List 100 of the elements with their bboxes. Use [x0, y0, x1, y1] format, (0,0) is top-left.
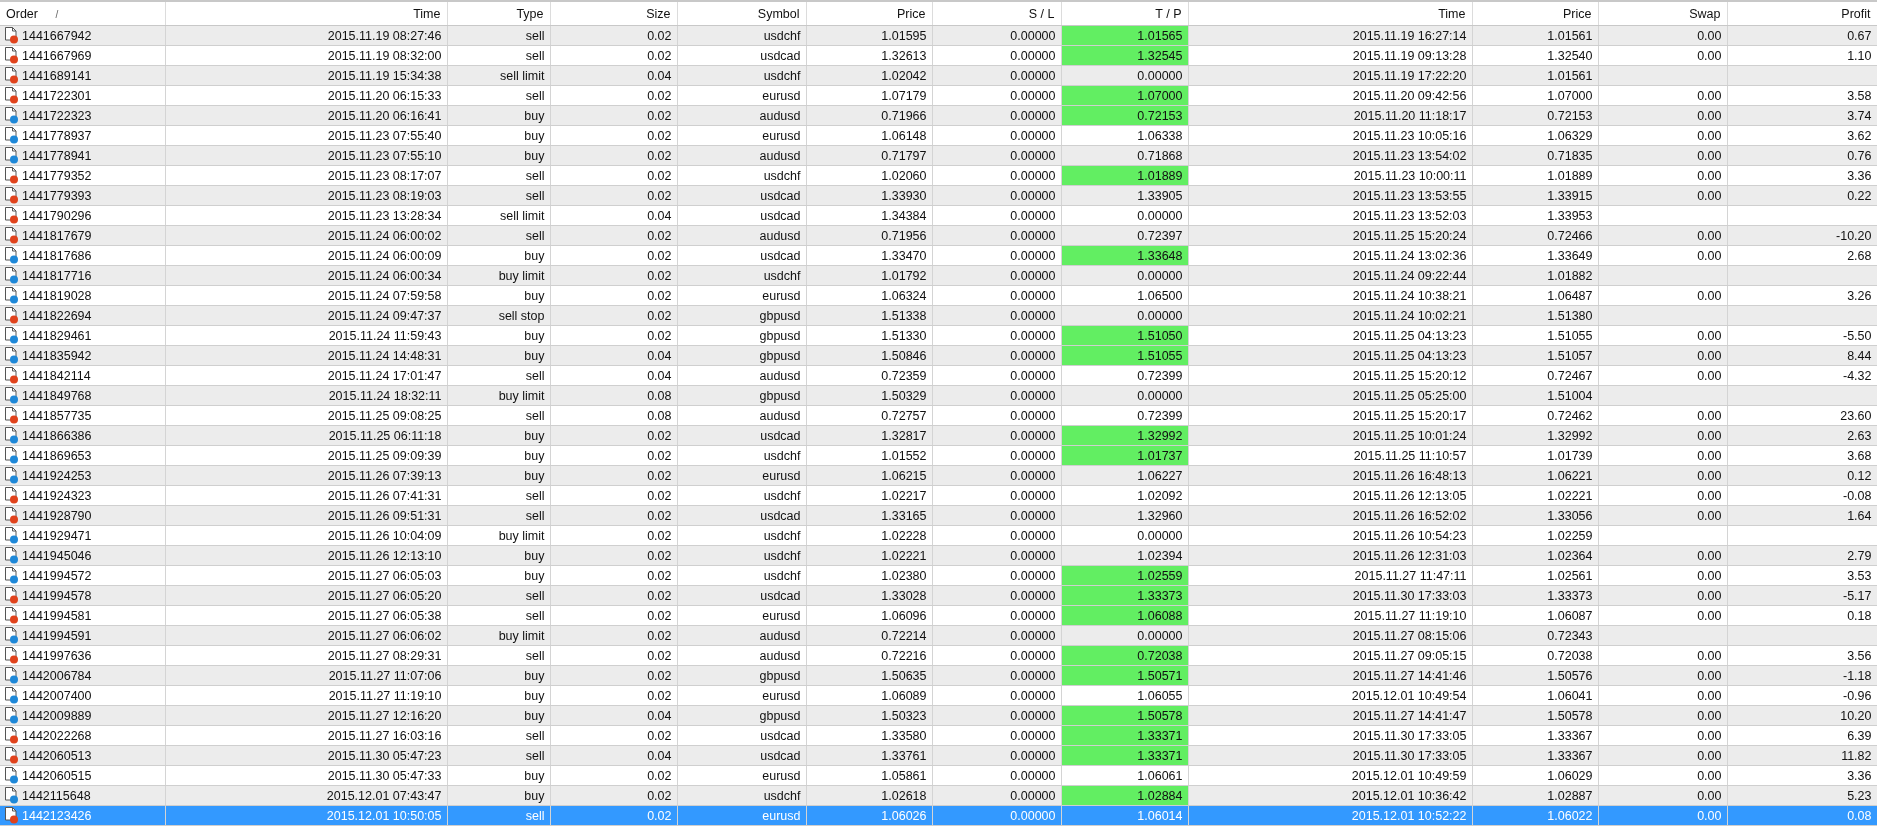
- column-header[interactable]: Size: [646, 6, 671, 21]
- table-row[interactable]: 1441869653 2015.11.25 09:09:39 buy 0.02 usdchf 1.01552 0.00000 1.01737 2015.11.25 11:10:57 1.01739 0.00 3.68: [0, 445, 1877, 466]
- table-row[interactable]: 1442009889 2015.11.27 12:16:20 buy 0.04 gbpusd 1.50323 0.00000 1.50578 2015.11.27 14:41:47 1.50578 0.00 10.20: [0, 705, 1877, 726]
- table-row[interactable]: 1441790296 2015.11.23 13:28:34 sell limit 0.04 usdcad 1.34384 0.00000 0.00000 2015.11.23 13:52:03 1.33953: [0, 205, 1877, 226]
- table-cell: buy: [447, 765, 550, 786]
- table-row[interactable]: 1441689141 2015.11.19 15:34:38 sell limit 0.04 usdchf 1.02042 0.00000 0.00000 2015.11.19 17:22:20 1.01561: [0, 65, 1877, 86]
- column-header[interactable]: Price: [897, 6, 926, 21]
- table-cell: 1.01792: [806, 265, 932, 286]
- table-row[interactable]: 1441779393 2015.11.23 08:19:03 sell 0.02 usdcad 1.33930 0.00000 1.33905 2015.11.23 13:53:55 1.33915 0.00 0.22: [0, 185, 1877, 206]
- column-header[interactable]: Time: [1438, 6, 1466, 21]
- table-cell: 0.02: [550, 285, 677, 306]
- column-header[interactable]: Symbol: [757, 6, 800, 21]
- table-cell: 0.02: [550, 565, 677, 586]
- table-cell: 0.00: [1598, 425, 1727, 446]
- table-cell: sell: [447, 585, 550, 606]
- table-row[interactable]: 1442115648 2015.12.01 07:43:47 buy 0.02 usdchf 1.02618 0.00000 1.02884 2015.12.01 10:36:42 1.02887 0.00 5.23: [0, 785, 1877, 806]
- table-row[interactable]: 1441924253 2015.11.26 07:39:13 buy 0.02 eurusd 1.06215 0.00000 1.06227 2015.11.26 16:48:13 1.06221 0.00 0.12: [0, 465, 1877, 486]
- table-cell: 11.82: [1727, 745, 1877, 766]
- table-row[interactable]: 1441667942 2015.11.19 08:27:46 sell 0.02 usdchf 1.01595 0.00000 1.01565 2015.11.19 16:27:14 1.01561 0.00 0.67: [0, 25, 1877, 46]
- column-header[interactable]: Type: [516, 6, 544, 21]
- table-cell: 1.32540: [1472, 45, 1598, 66]
- table-row[interactable]: 1441817679 2015.11.24 06:00:02 sell 0.02 audusd 0.71956 0.00000 0.72397 2015.11.25 15:20:24 0.72466 0.00 -10.20: [0, 225, 1877, 246]
- table-cell: 0.02: [550, 425, 677, 446]
- table-cell: 0.22: [1727, 185, 1877, 206]
- column-header[interactable]: S / L: [1028, 6, 1055, 21]
- table-row[interactable]: 1441778941 2015.11.23 07:55:10 buy 0.02 audusd 0.71797 0.00000 0.71868 2015.11.23 13:54:02 0.71835 0.00 0.76: [0, 145, 1877, 166]
- table-cell: 1.50635: [806, 665, 932, 686]
- table-cell: 0.02: [550, 125, 677, 146]
- table-row[interactable]: 1441667969 2015.11.19 08:32:00 sell 0.02 usdcad 1.32613 0.00000 1.32545 2015.11.19 09:13:28 1.32540 0.00 1.10: [0, 45, 1877, 66]
- table-cell: buy: [447, 325, 550, 346]
- table-cell: 0.00000: [932, 505, 1061, 526]
- table-cell: 0.00000: [932, 545, 1061, 566]
- table-row[interactable]: 1441778937 2015.11.23 07:55:40 buy 0.02 eurusd 1.06148 0.00000 1.06338 2015.11.23 10:05:16 1.06329 0.00 3.62: [0, 125, 1877, 146]
- table-cell: 1.50329: [806, 385, 932, 406]
- table-row[interactable]: 1441817686 2015.11.24 06:00:09 buy 0.02 usdcad 1.33470 0.00000 1.33648 2015.11.24 13:02:36 1.33649 0.00 2.68: [0, 245, 1877, 266]
- table-row[interactable]: 1441835942 2015.11.24 14:48:31 buy 0.04 gbpusd 1.50846 0.00000 1.51055 2015.11.25 04:13:23 1.51057 0.00 8.44: [0, 345, 1877, 366]
- table-cell: 1.33056: [1472, 505, 1598, 526]
- column-header[interactable]: Time: [413, 6, 441, 21]
- table-cell: 1441994578: [22, 588, 92, 603]
- table-row[interactable]: 1441994591 2015.11.27 06:06:02 buy limit 0.02 audusd 0.72214 0.00000 0.00000 2015.11.27 08:15:06 0.72343: [0, 625, 1877, 646]
- table-row[interactable]: 1441994572 2015.11.27 06:05:03 buy 0.02 usdchf 1.02380 0.00000 1.02559 2015.11.27 11:47:11 1.02561 0.00 3.53: [0, 565, 1877, 586]
- table-cell: 0.00: [1598, 85, 1727, 106]
- table-row[interactable]: 1441945046 2015.11.26 12:13:10 buy 0.02 usdchf 1.02221 0.00000 1.02394 2015.11.26 12:31:03 1.02364 0.00 2.79: [0, 545, 1877, 566]
- table-cell: 1441869653: [22, 448, 92, 463]
- table-cell: buy: [447, 685, 550, 706]
- table-cell: 0.18: [1727, 605, 1877, 626]
- table-row[interactable]: 1441924323 2015.11.26 07:41:31 sell 0.02 usdchf 1.02217 0.00000 1.02092 2015.11.26 12:13:05 1.02221 0.00 -0.08: [0, 485, 1877, 506]
- table-cell: 0.04: [550, 705, 677, 726]
- table-cell: 2015.11.26 10:04:09: [165, 525, 447, 546]
- table-cell: audusd: [677, 145, 806, 166]
- table-cell: sell: [447, 605, 550, 626]
- table-cell: usdchf: [677, 565, 806, 586]
- table-cell: 2015.11.24 09:22:44: [1188, 265, 1472, 286]
- table-cell: 1.02221: [1472, 485, 1598, 506]
- table-row[interactable]: 1441779352 2015.11.23 08:17:07 sell 0.02 usdchf 1.02060 0.00000 1.01889 2015.11.23 10:00:11 1.01889 0.00 3.36: [0, 165, 1877, 186]
- table-row[interactable]: 1442060515 2015.11.30 05:47:33 buy 0.02 eurusd 1.05861 0.00000 1.06061 2015.12.01 10:49:59 1.06029 0.00 3.36: [0, 765, 1877, 786]
- column-header[interactable]: Order: [6, 6, 38, 21]
- table-cell: 2015.11.27 11:47:11: [1188, 565, 1472, 586]
- column-header[interactable]: Price: [1563, 6, 1592, 21]
- table-cell: 0.00000: [1061, 525, 1188, 546]
- table-cell: 1441835942: [22, 348, 92, 363]
- table-row[interactable]: 1441722323 2015.11.20 06:16:41 buy 0.02 audusd 0.71966 0.00000 0.72153 2015.11.20 11:18:17 0.72153 0.00 3.74: [0, 105, 1877, 126]
- table-cell: 0.00000: [932, 225, 1061, 246]
- table-row[interactable]: 1441994578 2015.11.27 06:05:20 sell 0.02 usdcad 1.33028 0.00000 1.33373 2015.11.30 17:33:03 1.33373 0.00 -5.17: [0, 585, 1877, 606]
- table-cell: 1.01561: [1472, 65, 1598, 86]
- table-row[interactable]: 1441928790 2015.11.26 09:51:31 sell 0.02 usdcad 1.33165 0.00000 1.32960 2015.11.26 16:52:02 1.33056 0.00 1.64: [0, 505, 1877, 526]
- table-cell: 1.32613: [806, 45, 932, 66]
- table-row[interactable]: 1441857735 2015.11.25 09:08:25 sell 0.08 audusd 0.72757 0.00000 0.72399 2015.11.25 15:20:17 0.72462 0.00 23.60: [0, 405, 1877, 426]
- table-cell: 1.32992: [1472, 425, 1598, 446]
- table-cell: 0.72399: [1061, 405, 1188, 426]
- column-header[interactable]: T / P: [1155, 6, 1182, 21]
- table-row[interactable]: 1442022268 2015.11.27 16:03:16 sell 0.02 usdcad 1.33580 0.00000 1.33371 2015.11.30 17:33:05 1.33367 0.00 6.39: [0, 725, 1877, 746]
- column-header[interactable]: Profit: [1841, 6, 1871, 21]
- table-cell: gbpusd: [677, 665, 806, 686]
- table-row[interactable]: 1441829461 2015.11.24 11:59:43 buy 0.02 gbpusd 1.51330 0.00000 1.51050 2015.11.25 04:13:23 1.51055 0.00 -5.50: [0, 325, 1877, 346]
- table-row[interactable]: 1442007400 2015.11.27 11:19:10 buy 0.02 eurusd 1.06089 0.00000 1.06055 2015.12.01 10:49:54 1.06041 0.00 -0.96: [0, 685, 1877, 706]
- table-cell: gbpusd: [677, 385, 806, 406]
- table-cell: 2015.11.24 11:59:43: [165, 325, 447, 346]
- table-row[interactable]: 1441866386 2015.11.25 06:11:18 buy 0.02 usdcad 1.32817 0.00000 1.32992 2015.11.25 10:01:24 1.32992 0.00 2.63: [0, 425, 1877, 446]
- table-cell: 2015.11.26 16:52:02: [1188, 505, 1472, 526]
- table-row[interactable]: 1442060513 2015.11.30 05:47:23 sell 0.04 usdcad 1.33761 0.00000 1.33371 2015.11.30 17:33:05 1.33367 0.00 11.82: [0, 745, 1877, 766]
- table-row[interactable]: 1442006784 2015.11.27 11:07:06 buy 0.02 gbpusd 1.50635 0.00000 1.50571 2015.11.27 14:41:46 1.50576 0.00 -1.18: [0, 665, 1877, 686]
- table-cell: 0.72399: [1061, 365, 1188, 386]
- table-cell: 2015.11.27 16:03:16: [165, 725, 447, 746]
- table-cell: eurusd: [677, 465, 806, 486]
- table-row[interactable]: 1441819028 2015.11.24 07:59:58 buy 0.02 eurusd 1.06324 0.00000 1.06500 2015.11.24 10:38:21 1.06487 0.00 3.26: [0, 285, 1877, 306]
- table-row[interactable]: 1441817716 2015.11.24 06:00:34 buy limit 0.02 usdchf 1.01792 0.00000 0.00000 2015.11.24 09:22:44 1.01882: [0, 265, 1877, 286]
- table-row[interactable]: 1441994581 2015.11.27 06:05:38 sell 0.02 eurusd 1.06096 0.00000 1.06088 2015.11.27 11:19:10 1.06087 0.00 0.18: [0, 605, 1877, 626]
- table-cell: 0.08: [550, 405, 677, 426]
- table-cell: 0.02: [550, 105, 677, 126]
- table-row[interactable]: 1441997636 2015.11.27 08:29:31 sell 0.02 audusd 0.72216 0.00000 0.72038 2015.11.27 09:05:15 0.72038 0.00 3.56: [0, 645, 1877, 666]
- table-cell: 2015.11.27 08:29:31: [165, 645, 447, 666]
- table-row[interactable]: 1441929471 2015.11.26 10:04:09 buy limit 0.02 usdchf 1.02228 0.00000 0.00000 2015.11.26 10:54:23 1.02259: [0, 525, 1877, 546]
- table-row[interactable]: 1441842114 2015.11.24 17:01:47 sell 0.04 audusd 0.72359 0.00000 0.72399 2015.11.25 15:20:12 0.72467 0.00 -4.32: [0, 365, 1877, 386]
- column-header[interactable]: Swap: [1689, 6, 1721, 21]
- table-cell: 0.00: [1598, 45, 1727, 66]
- table-row[interactable]: 1441822694 2015.11.24 09:47:37 sell stop 0.02 gbpusd 1.51338 0.00000 0.00000 2015.11.24 10:02:21 1.51380: [0, 305, 1877, 326]
- table-row[interactable]: 1441849768 2015.11.24 18:32:11 buy limit 0.08 gbpusd 1.50329 0.00000 0.00000 2015.11.25 05:25:00 1.51004: [0, 385, 1877, 406]
- table-cell: 0.00: [1598, 805, 1727, 826]
- table-row[interactable]: 1441722301 2015.11.20 06:15:33 sell 0.02 eurusd 1.07179 0.00000 1.07000 2015.11.20 09:42:56 1.07000 0.00 3.58: [0, 85, 1877, 106]
